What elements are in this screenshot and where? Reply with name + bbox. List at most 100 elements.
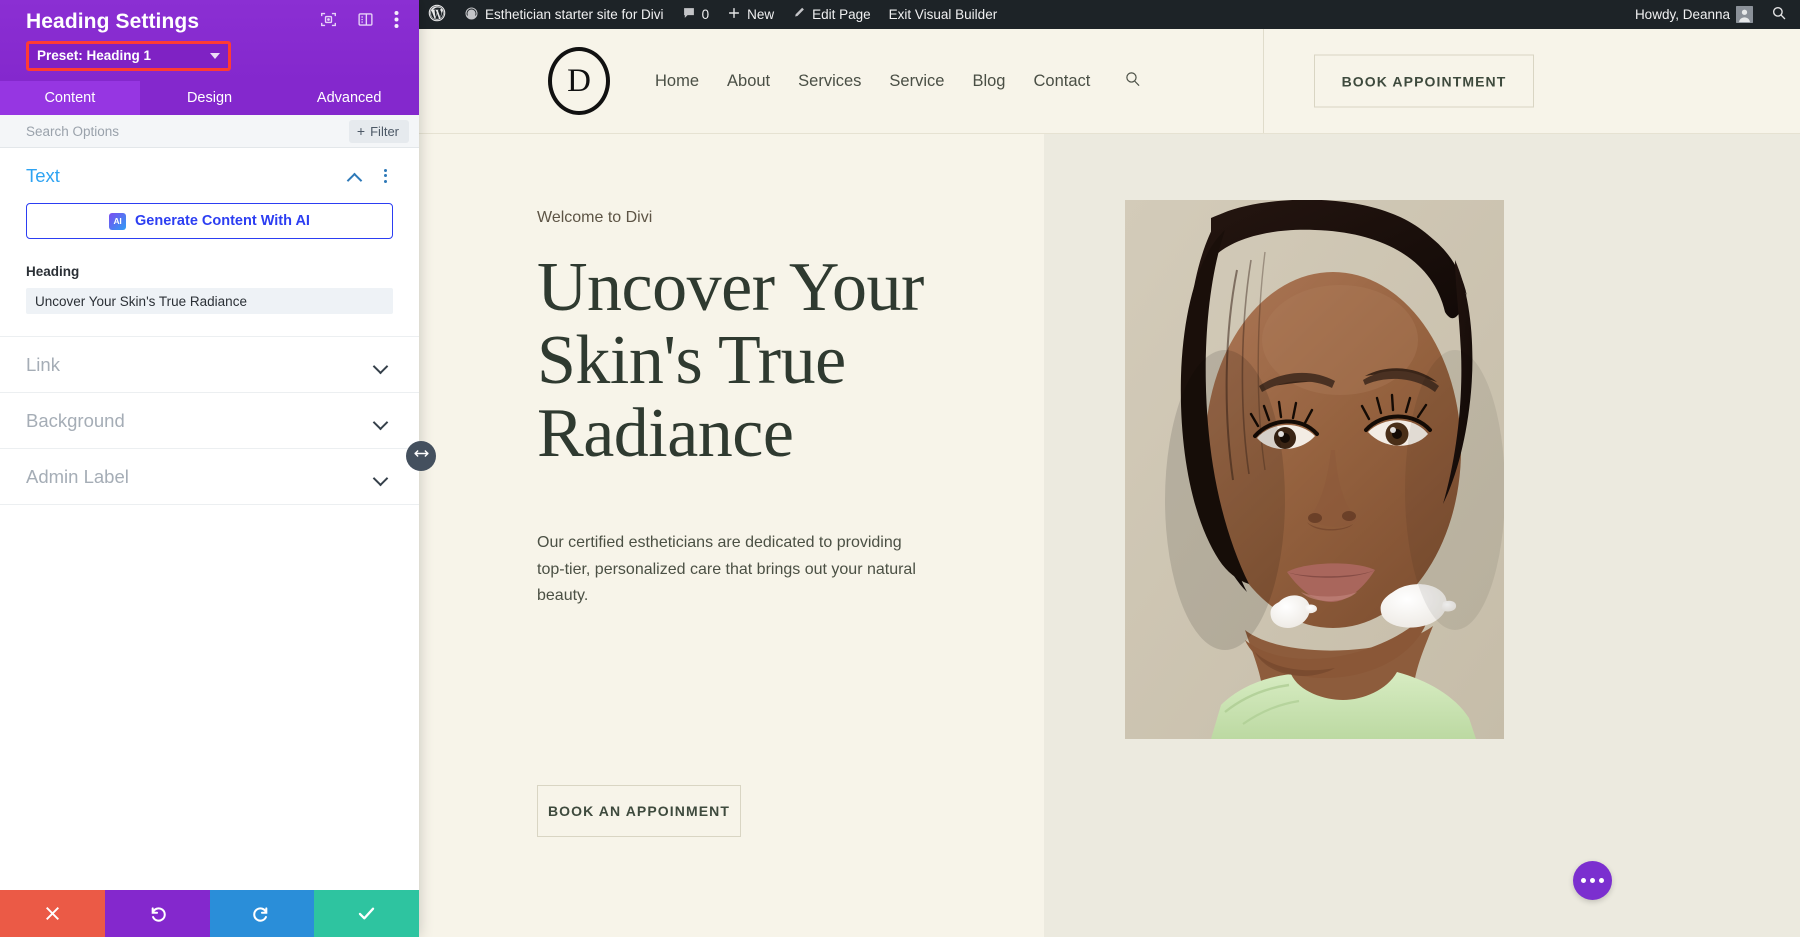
- section-background-header[interactable]: Background: [26, 393, 393, 448]
- section-kebab-icon[interactable]: [377, 169, 393, 183]
- redo-button[interactable]: [210, 890, 315, 937]
- close-icon: [43, 904, 62, 923]
- site-name-label: Esthetician starter site for Divi: [485, 7, 664, 22]
- exit-builder-label: Exit Visual Builder: [889, 7, 998, 22]
- hero-section: Welcome to Divi Uncover Your Skin's True…: [419, 134, 1800, 937]
- layout-panel-icon[interactable]: [357, 11, 374, 33]
- settings-panel-actions: [0, 890, 419, 937]
- section-background: Background: [0, 393, 419, 449]
- nav-item-services[interactable]: Services: [798, 72, 861, 91]
- generate-ai-label: Generate Content With AI: [135, 213, 310, 229]
- preset-select[interactable]: Preset: Heading 1: [29, 44, 228, 68]
- admin-bar-right-group: Howdy, Deanna: [1626, 0, 1800, 29]
- search-input[interactable]: [26, 124, 349, 139]
- redo-icon: [251, 903, 272, 924]
- section-text-label: Text: [26, 165, 348, 187]
- site-name-menu[interactable]: Esthetician starter site for Divi: [455, 0, 673, 29]
- section-admin-label-header[interactable]: Admin Label: [26, 449, 393, 504]
- divi-menu-fab[interactable]: [1573, 861, 1612, 900]
- nav-item-service[interactable]: Service: [889, 72, 944, 91]
- site-header: D Home About Services Service Blog Conta…: [419, 29, 1800, 134]
- ellipsis-icon: [1599, 878, 1604, 883]
- page-title: Heading Settings: [26, 10, 320, 34]
- visual-builder-screen: Esthetician starter site for Divi 0 New: [0, 0, 1800, 937]
- search-icon: [1771, 5, 1787, 24]
- chevron-up-icon[interactable]: [348, 171, 363, 180]
- section-text: Text AI Generate Content With AI Heading: [0, 148, 419, 337]
- section-link-label: Link: [26, 354, 374, 376]
- comment-icon: [682, 6, 696, 23]
- hero-book-appointment-button[interactable]: BOOK AN APPOINMENT: [537, 785, 741, 837]
- filter-button[interactable]: + Filter: [349, 120, 409, 143]
- heading-field-label: Heading: [26, 264, 393, 279]
- primary-navigation: Home About Services Service Blog Contact: [655, 70, 1142, 93]
- discard-button[interactable]: [0, 890, 105, 937]
- tab-advanced[interactable]: Advanced: [279, 81, 419, 115]
- comments-button[interactable]: 0: [673, 0, 719, 29]
- preset-label: Preset: Heading 1: [37, 48, 151, 63]
- ai-icon: AI: [109, 213, 126, 230]
- account-menu[interactable]: Howdy, Deanna: [1626, 0, 1762, 29]
- wordpress-logo-button[interactable]: [419, 0, 455, 29]
- generate-content-with-ai-button[interactable]: AI Generate Content With AI: [26, 203, 393, 239]
- tab-content[interactable]: Content: [0, 81, 140, 115]
- section-text-header[interactable]: Text: [26, 148, 393, 203]
- nav-item-home[interactable]: Home: [655, 72, 699, 91]
- woman-with-face-cream-photo: [1125, 200, 1504, 739]
- site-logo-letter: D: [567, 63, 591, 100]
- ellipsis-icon: [1581, 878, 1586, 883]
- chevron-down-icon: [210, 53, 220, 59]
- chevron-down-icon[interactable]: [374, 416, 389, 425]
- heading-input[interactable]: [26, 288, 393, 314]
- nav-item-blog[interactable]: Blog: [972, 72, 1005, 91]
- hero-heading[interactable]: Uncover Your Skin's True Radiance: [537, 252, 1044, 470]
- page-canvas: D Home About Services Service Blog Conta…: [419, 29, 1800, 937]
- chevron-down-icon[interactable]: [374, 472, 389, 481]
- section-background-label: Background: [26, 410, 374, 432]
- edit-page-button[interactable]: Edit Page: [783, 0, 880, 29]
- settings-tabs: Content Design Advanced: [0, 81, 419, 115]
- new-label: New: [747, 7, 774, 22]
- pencil-icon: [792, 6, 806, 23]
- header-book-appointment-button[interactable]: BOOK APPOINTMENT: [1314, 55, 1534, 108]
- section-link-header[interactable]: Link: [26, 337, 393, 392]
- check-icon: [356, 903, 377, 924]
- horizontal-arrows-icon: [413, 447, 430, 465]
- preset-selector-highlight: Preset: Heading 1: [26, 41, 231, 71]
- section-admin-label-label: Admin Label: [26, 466, 374, 488]
- comments-count: 0: [702, 7, 710, 22]
- filter-label: Filter: [370, 124, 399, 139]
- ellipsis-icon: [1590, 878, 1595, 883]
- panel-resize-handle[interactable]: [406, 441, 436, 471]
- new-content-button[interactable]: New: [718, 0, 783, 29]
- exit-visual-builder-button[interactable]: Exit Visual Builder: [880, 0, 1007, 29]
- wordpress-logo-icon: [428, 4, 446, 25]
- section-text-content: AI Generate Content With AI Heading: [26, 203, 393, 336]
- admin-search-button[interactable]: [1762, 0, 1796, 29]
- dashboard-icon: [464, 6, 479, 24]
- save-button[interactable]: [314, 890, 419, 937]
- section-link: Link: [0, 337, 419, 393]
- undo-button[interactable]: [105, 890, 210, 937]
- tab-design[interactable]: Design: [140, 81, 280, 115]
- wp-admin-bar: Esthetician starter site for Divi 0 New: [419, 0, 1800, 29]
- heading-settings-panel: Heading Settings: [0, 0, 419, 937]
- settings-panel-header: Heading Settings: [0, 0, 419, 81]
- site-logo[interactable]: D: [548, 47, 610, 115]
- focus-target-icon[interactable]: [320, 11, 337, 33]
- plus-icon: +: [357, 124, 365, 138]
- plus-icon: [727, 6, 741, 23]
- hero-paragraph: Our certified estheticians are dedicated…: [537, 530, 932, 609]
- avatar: [1736, 6, 1753, 23]
- search-icon[interactable]: [1124, 70, 1142, 93]
- kebab-menu-icon[interactable]: [394, 10, 399, 34]
- nav-item-contact[interactable]: Contact: [1033, 72, 1090, 91]
- admin-bar-left-group: Esthetician starter site for Divi 0 New: [419, 0, 1006, 29]
- hero-eyebrow: Welcome to Divi: [537, 209, 1044, 227]
- section-admin-label: Admin Label: [0, 449, 419, 505]
- undo-icon: [147, 903, 168, 924]
- nav-item-about[interactable]: About: [727, 72, 770, 91]
- search-options-bar: + Filter: [0, 115, 419, 148]
- edit-page-label: Edit Page: [812, 7, 871, 22]
- chevron-down-icon[interactable]: [374, 360, 389, 369]
